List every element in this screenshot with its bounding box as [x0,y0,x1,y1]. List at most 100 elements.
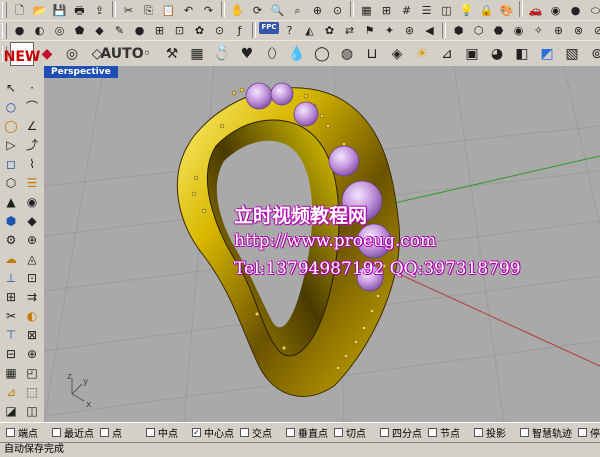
hexagon-icon[interactable]: ⬢ [449,22,468,40]
cylinder-icon[interactable]: ⬭ [586,1,600,19]
osnap-checkbox[interactable] [100,428,109,437]
flower-icon[interactable]: ✿ [190,22,209,40]
open-folder-icon[interactable]: 📂 [30,1,49,19]
arc-icon[interactable]: ⌒ [22,98,42,116]
pan-icon[interactable]: ✋ [228,1,247,19]
explode-icon[interactable]: ⊟ [1,345,21,363]
cut-icon[interactable]: ✂ [119,1,138,19]
freeform-icon[interactable]: ⌇ [22,155,42,173]
gem-cut-icon[interactable]: ◈ [385,42,409,66]
half-sphere-icon[interactable]: ◐ [30,22,49,40]
osnap-checkbox[interactable] [520,428,529,437]
sun-icon[interactable]: ☀ [410,42,434,66]
osnap-checkbox[interactable] [578,428,587,437]
polygon-icon[interactable]: ⬟ [70,22,89,40]
osnap-option[interactable]: 最近点 [52,425,94,440]
pave-icon[interactable]: ▦ [185,42,209,66]
oval-gem-icon[interactable]: ⬯ [260,42,284,66]
triangle-icon[interactable]: ◭ [300,22,319,40]
properties-icon[interactable]: ◫ [22,402,42,420]
function-icon[interactable]: ƒ [230,22,249,40]
prong-icon[interactable]: ◦ [135,42,159,66]
gem-flower-icon[interactable]: ✿ [320,22,339,40]
gear-icon[interactable]: ⚙ [1,231,21,249]
redo-icon[interactable]: ↷ [199,1,218,19]
select-arrow-icon[interactable]: ↖ [1,79,21,97]
grid-icon[interactable]: ▦ [1,364,21,382]
target-icon[interactable]: ⊙ [210,22,229,40]
layer-icon[interactable]: ☰ [417,1,436,19]
osnap-option[interactable]: 中点 [146,425,186,440]
palette-icon[interactable]: 🎨 [497,1,516,19]
osnap-checkbox[interactable] [380,428,389,437]
osnap-checkbox[interactable] [6,428,15,437]
pipe-icon[interactable]: ⊤ [1,326,21,344]
grid-icon[interactable]: # [397,1,416,19]
cone-icon[interactable]: ▲ [1,193,21,211]
osnap-option[interactable]: 端点 [6,425,46,440]
osnap-checkbox[interactable]: ✓ [192,428,201,437]
osnap-option[interactable]: ✓ 中心点 [192,425,234,440]
polygon-icon[interactable]: ▷ [1,136,21,154]
ruby-gem-icon[interactable]: ◆ [35,42,59,66]
mesh-icon[interactable]: ⊞ [1,288,21,306]
patch-icon[interactable]: ☁ [1,250,21,268]
box-select-icon[interactable]: ⊡ [170,22,189,40]
split-icon[interactable]: ◧ [510,42,534,66]
sparkle-icon[interactable]: ✧ [529,22,548,40]
heart-gem-icon[interactable]: ♥ [235,42,259,66]
osnap-option[interactable]: 节点 [428,425,468,440]
point-icon[interactable]: · [22,79,42,97]
trim-icon[interactable]: ✂ [1,307,21,325]
angle-icon[interactable]: ∠ [22,117,42,135]
car-icon[interactable]: 🚗 [526,1,545,19]
cube-icon[interactable]: ▣ [460,42,484,66]
osnap-checkbox[interactable] [146,428,155,437]
solid-icon[interactable]: ⬢ [1,212,21,230]
new-document-icon[interactable]: NEW [4,41,40,66]
new-file-icon[interactable]: 🗋 [10,1,29,19]
bezel-icon[interactable]: ◍ [335,42,359,66]
join-icon[interactable]: ⊠ [22,326,42,344]
osnap-option[interactable]: 停 [578,425,600,440]
arrow-left-icon[interactable]: ◀ [420,22,439,40]
channel-icon[interactable]: ⊔ [360,42,384,66]
array-icon[interactable]: ⊕ [22,345,42,363]
hexagon-outline-icon[interactable]: ⬡ [469,22,488,40]
slash-circle-icon[interactable]: ⊘ [589,22,600,40]
osnap-checkbox[interactable] [474,428,483,437]
import-icon[interactable]: ⇪ [90,1,109,19]
osnap-checkbox[interactable] [286,428,295,437]
diamond-icon[interactable]: ◆ [22,212,42,230]
ellipse-icon[interactable]: ◯ [1,117,21,135]
offset-icon[interactable]: ⇉ [22,288,42,306]
osnap-checkbox[interactable] [428,428,437,437]
sphere-shade-icon[interactable]: ◕ [485,42,509,66]
osnap-option[interactable]: 垂直点 [286,425,328,440]
undo-icon[interactable]: ↶ [179,1,198,19]
grid-plane-icon[interactable]: ⊿ [435,42,459,66]
flag-icon[interactable]: ⚑ [360,22,379,40]
split-icon[interactable]: ◐ [22,307,42,325]
boolean-icon[interactable]: ⊕ [22,231,42,249]
spin-icon[interactable]: ⊛ [400,22,419,40]
rectangle-icon[interactable]: ◻ [1,155,21,173]
auto-gem-icon[interactable]: AUTO [100,42,143,66]
osnap-option[interactable]: 切点 [334,425,374,440]
fpc-icon[interactable]: FPC [259,21,279,34]
help-circle-icon[interactable]: ? [280,22,299,40]
selection-icon[interactable]: ▧ [560,42,584,66]
osnap-option[interactable]: 点 [100,425,140,440]
swap-icon[interactable]: ⇄ [340,22,359,40]
copy-icon[interactable]: ⎘ [139,1,158,19]
loft-icon[interactable]: ☰ [22,174,42,192]
print-icon[interactable]: 🖶 [70,1,89,19]
zoom-icon[interactable]: 🔍 [268,1,287,19]
osnap-option[interactable]: 投影 [474,425,514,440]
round-setting-icon[interactable]: ◎ [60,42,84,66]
zoom-selected-icon[interactable]: ⊙ [328,1,347,19]
sphere-icon[interactable]: ● [10,22,29,40]
sphere-icon[interactable]: ● [566,1,585,19]
osnap-checkbox[interactable] [334,428,343,437]
star-icon[interactable]: ✦ [380,22,399,40]
